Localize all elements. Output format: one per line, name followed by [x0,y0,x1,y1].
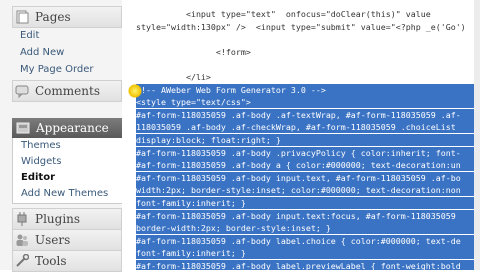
cursor-highlight-icon [128,84,142,98]
code-line: border-width:2px; border-style:inset; } [136,222,480,235]
code-line: #af-form-118035059 .af-body label.choice… [136,234,480,247]
tools-icon [15,253,30,268]
code-line: </li> [136,72,211,82]
comments-icon [15,84,29,99]
code-line: #af-form-118035059 .af-body input.text, … [136,171,480,184]
theme-editor-textarea[interactable]: <input type="text" onfocus="doClear(this… [122,0,480,270]
submenu-editor[interactable]: Editor [13,170,122,186]
pages-icon [15,10,29,24]
menu-tools-label: Tools [35,254,67,268]
menu-pages-label: Pages [35,10,71,24]
code-line: <!-- AWeber Web Form Generator 3.0 --> [136,83,480,96]
menu-plugins-label: Plugins [35,212,81,226]
users-icon [15,233,29,247]
submenu-pages-edit[interactable]: Edit [12,28,122,44]
editor-scrollbar[interactable] [474,0,480,270]
menu-users[interactable]: Users [12,229,122,251]
menu-plugins[interactable]: Plugins [12,208,122,230]
code-line: #af-form-118035059 .af-body .privacyPoli… [136,146,480,159]
code-line: width:2px; border-style:inset; color:#00… [136,184,480,197]
code-line: <style type="text/css"> [136,96,480,109]
code-line: <!form> [136,46,251,57]
code-line: font-family:inherit; } [136,197,480,209]
appearance-icon [16,121,30,135]
menu-appearance[interactable]: Appearance [12,118,122,138]
code-line: display:block; float:right; } [136,134,480,146]
code-line: #af-form-118035059 .af-body a { color:#0… [136,159,480,172]
menu-comments[interactable]: Comments [12,80,122,102]
submenu-pages-order[interactable]: My Page Order [12,62,122,78]
submenu-widgets[interactable]: Widgets [13,154,122,170]
plugins-icon [15,212,29,226]
code-line: <input type="text" onfocus="doClear(this… [136,9,431,19]
code-line: #af-form-118035059 .af-body .af-textWrap… [136,108,480,121]
code-line: #af-form-118035059 .af-body label.previe… [136,260,480,270]
code-line: #af-form-118035059 .af-body input.text:f… [136,209,480,222]
submenu-themes[interactable]: Themes [13,138,122,154]
menu-users-label: Users [35,233,71,247]
menu-pages[interactable]: Pages [12,6,122,28]
code-line: 118035059 .af-body .af-checkWrap, #af-fo… [136,121,480,134]
menu-tools[interactable]: Tools [12,250,122,272]
submenu-pages-add-new[interactable]: Add New [12,45,122,61]
menu-comments-label: Comments [35,84,100,98]
admin-sidebar: Pages Edit Add New My Page Order Comment… [0,0,123,272]
menu-appearance-label: Appearance [36,121,109,135]
appearance-submenu: Themes Widgets Editor Add New Themes [12,138,122,204]
submenu-add-new-themes[interactable]: Add New Themes [13,186,122,202]
code-line: style="width:130px" /> <input type="subm… [136,21,466,32]
code-line: font-family:inherit; } [136,247,480,260]
